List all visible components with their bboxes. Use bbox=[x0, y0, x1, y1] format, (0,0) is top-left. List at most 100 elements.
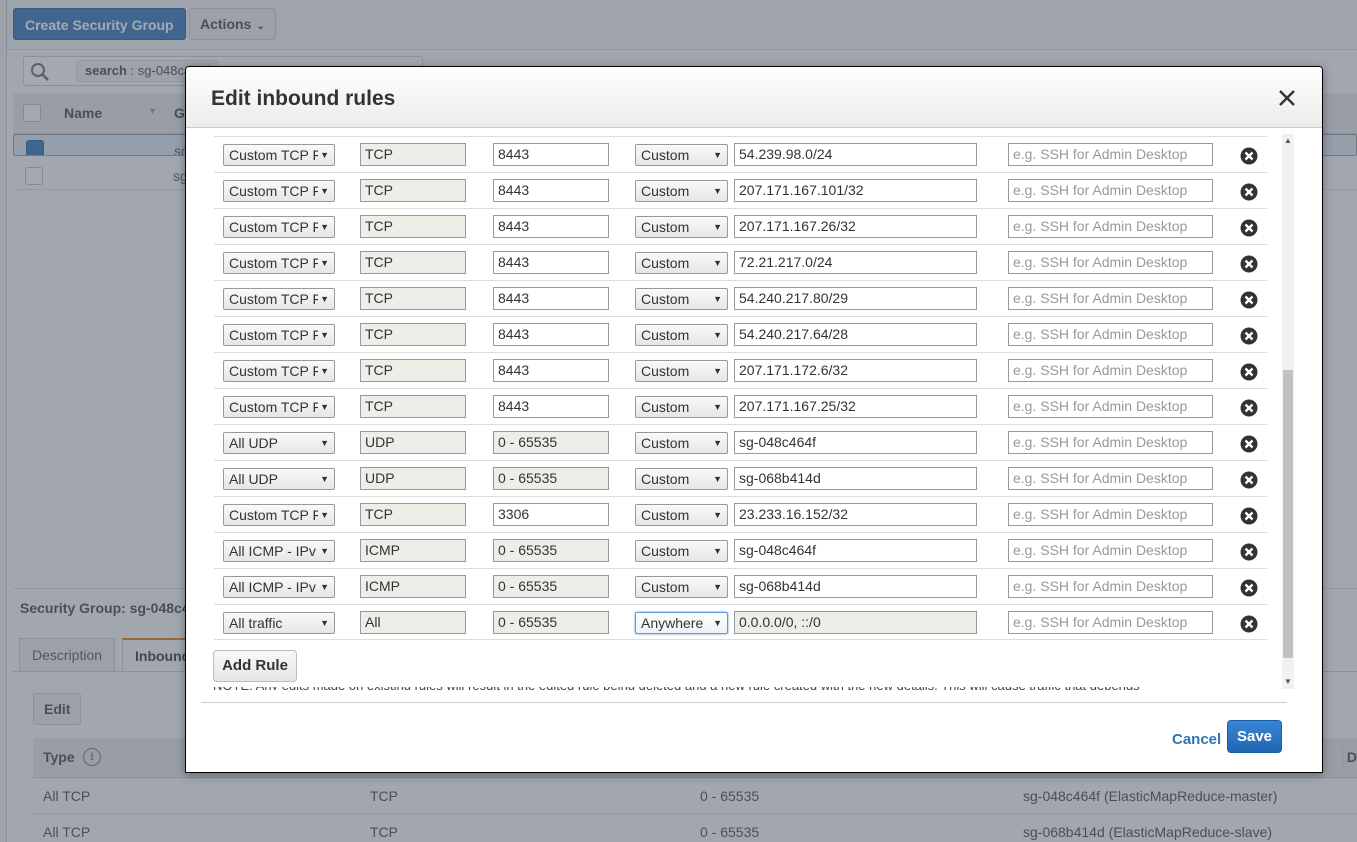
source-cidr-input[interactable]: sg-068b414d bbox=[734, 575, 977, 598]
type-select[interactable]: Custom TCP F ▼ bbox=[223, 180, 335, 202]
dropdown-arrow-icon: ▼ bbox=[318, 397, 329, 417]
delete-rule-icon[interactable] bbox=[1240, 615, 1258, 633]
port-range-input[interactable]: 8443 bbox=[493, 179, 609, 202]
port-range-input[interactable]: 8443 bbox=[493, 251, 609, 274]
source-select[interactable]: Custom ▼ bbox=[635, 252, 728, 274]
source-select[interactable]: Custom ▼ bbox=[635, 288, 728, 310]
source-cidr-input[interactable]: sg-068b414d bbox=[734, 467, 977, 490]
source-select[interactable]: Custom ▼ bbox=[635, 144, 728, 166]
delete-rule-icon[interactable] bbox=[1240, 543, 1258, 561]
source-select-value: Custom bbox=[641, 255, 690, 271]
source-cidr-input[interactable]: 207.171.167.25/32 bbox=[734, 395, 977, 418]
rule-row: Custom TCP F ▼ TCP 3306 Custom ▼ 23.233.16.152… bbox=[214, 496, 1267, 532]
delete-rule-icon[interactable] bbox=[1240, 471, 1258, 489]
save-button[interactable]: Save bbox=[1227, 720, 1282, 753]
rule-row: All UDP ▼ UDP 0 - 65535 Custom ▼ sg-068b414d e.… bbox=[214, 460, 1267, 496]
scroll-up-arrow-icon[interactable]: ▲ bbox=[1282, 134, 1294, 148]
description-input[interactable]: e.g. SSH for Admin Desktop bbox=[1008, 287, 1213, 310]
description-input[interactable]: e.g. SSH for Admin Desktop bbox=[1008, 539, 1213, 562]
port-range-input[interactable]: 8443 bbox=[493, 323, 609, 346]
source-select[interactable]: Custom ▼ bbox=[635, 216, 728, 238]
type-select[interactable]: Custom TCP F ▼ bbox=[223, 360, 335, 382]
delete-rule-icon[interactable] bbox=[1240, 147, 1258, 165]
description-input[interactable]: e.g. SSH for Admin Desktop bbox=[1008, 143, 1213, 166]
source-cidr-input: 0.0.0.0/0, ::/0 bbox=[734, 611, 977, 634]
description-input[interactable]: e.g. SSH for Admin Desktop bbox=[1008, 611, 1213, 634]
type-select[interactable]: All ICMP - IPv ▼ bbox=[223, 540, 335, 562]
source-cidr-input[interactable]: 207.171.172.6/32 bbox=[734, 359, 977, 382]
port-range-input[interactable]: 8443 bbox=[493, 215, 609, 238]
source-select[interactable]: Custom ▼ bbox=[635, 324, 728, 346]
source-cidr-input[interactable]: sg-048c464f bbox=[734, 431, 977, 454]
delete-rule-icon[interactable] bbox=[1240, 399, 1258, 417]
description-input[interactable]: e.g. SSH for Admin Desktop bbox=[1008, 503, 1213, 526]
delete-rule-icon[interactable] bbox=[1240, 579, 1258, 597]
type-select[interactable]: Custom TCP F ▼ bbox=[223, 288, 335, 310]
source-cidr-input[interactable]: 54.239.98.0/24 bbox=[734, 143, 977, 166]
source-select[interactable]: Anywhere ▼ bbox=[635, 612, 728, 634]
delete-rule-icon[interactable] bbox=[1240, 291, 1258, 309]
description-input[interactable]: e.g. SSH for Admin Desktop bbox=[1008, 215, 1213, 238]
source-cidr-input[interactable]: 23.233.16.152/32 bbox=[734, 503, 977, 526]
delete-rule-icon[interactable] bbox=[1240, 363, 1258, 381]
source-cidr-input[interactable]: sg-048c464f bbox=[734, 539, 977, 562]
description-input[interactable]: e.g. SSH for Admin Desktop bbox=[1008, 251, 1213, 274]
source-select-value: Custom bbox=[641, 291, 690, 307]
type-select[interactable]: All UDP ▼ bbox=[223, 432, 335, 454]
description-input[interactable]: e.g. SSH for Admin Desktop bbox=[1008, 431, 1213, 454]
type-select-value: Custom TCP F bbox=[229, 219, 322, 235]
description-input[interactable]: e.g. SSH for Admin Desktop bbox=[1008, 323, 1213, 346]
protocol-field: TCP bbox=[360, 359, 466, 382]
source-select[interactable]: Custom ▼ bbox=[635, 540, 728, 562]
source-select[interactable]: Custom ▼ bbox=[635, 396, 728, 418]
description-input[interactable]: e.g. SSH for Admin Desktop bbox=[1008, 395, 1213, 418]
type-select[interactable]: Custom TCP F ▼ bbox=[223, 144, 335, 166]
type-select[interactable]: All ICMP - IPv ▼ bbox=[223, 576, 335, 598]
delete-rule-icon[interactable] bbox=[1240, 507, 1258, 525]
description-input[interactable]: e.g. SSH for Admin Desktop bbox=[1008, 179, 1213, 202]
source-select[interactable]: Custom ▼ bbox=[635, 468, 728, 490]
source-cidr-input[interactable]: 207.171.167.101/32 bbox=[734, 179, 977, 202]
add-rule-button[interactable]: Add Rule bbox=[213, 650, 297, 682]
dropdown-arrow-icon: ▼ bbox=[711, 181, 722, 201]
source-select[interactable]: Custom ▼ bbox=[635, 504, 728, 526]
dropdown-arrow-icon: ▼ bbox=[711, 325, 722, 345]
port-range-input[interactable]: 8443 bbox=[493, 287, 609, 310]
port-range-input[interactable]: 8443 bbox=[493, 395, 609, 418]
source-select-value: Custom bbox=[641, 507, 690, 523]
port-range-input[interactable]: 8443 bbox=[493, 359, 609, 382]
type-select[interactable]: Custom TCP F ▼ bbox=[223, 396, 335, 418]
dropdown-arrow-icon: ▼ bbox=[711, 289, 722, 309]
type-select[interactable]: Custom TCP F ▼ bbox=[223, 216, 335, 238]
cancel-button[interactable]: Cancel bbox=[1172, 731, 1221, 748]
delete-rule-icon[interactable] bbox=[1240, 219, 1258, 237]
type-select[interactable]: Custom TCP F ▼ bbox=[223, 504, 335, 526]
delete-rule-icon[interactable] bbox=[1240, 255, 1258, 273]
source-cidr-input[interactable]: 54.240.217.80/29 bbox=[734, 287, 977, 310]
close-icon[interactable] bbox=[1276, 87, 1298, 109]
source-cidr-input[interactable]: 54.240.217.64/28 bbox=[734, 323, 977, 346]
type-select[interactable]: Custom TCP F ▼ bbox=[223, 252, 335, 274]
type-select[interactable]: All UDP ▼ bbox=[223, 468, 335, 490]
delete-rule-icon[interactable] bbox=[1240, 183, 1258, 201]
scrollbar-thumb[interactable] bbox=[1283, 370, 1293, 658]
scrollbar[interactable]: ▲ ▼ bbox=[1282, 134, 1294, 689]
delete-rule-icon[interactable] bbox=[1240, 327, 1258, 345]
source-select[interactable]: Custom ▼ bbox=[635, 576, 728, 598]
type-select[interactable]: Custom TCP F ▼ bbox=[223, 324, 335, 346]
port-range-input[interactable]: 8443 bbox=[493, 143, 609, 166]
scroll-down-arrow-icon[interactable]: ▼ bbox=[1282, 675, 1294, 689]
description-input[interactable]: e.g. SSH for Admin Desktop bbox=[1008, 575, 1213, 598]
source-select[interactable]: Custom ▼ bbox=[635, 360, 728, 382]
source-cidr-input[interactable]: 207.171.167.26/32 bbox=[734, 215, 977, 238]
rule-row: Custom TCP F ▼ TCP 8443 Custom ▼ 207.171.167.2… bbox=[214, 388, 1267, 424]
type-select[interactable]: All traffic ▼ bbox=[223, 612, 335, 634]
source-select[interactable]: Custom ▼ bbox=[635, 180, 728, 202]
source-cidr-input[interactable]: 72.21.217.0/24 bbox=[734, 251, 977, 274]
port-range-input: 0 - 65535 bbox=[493, 575, 609, 598]
source-select[interactable]: Custom ▼ bbox=[635, 432, 728, 454]
delete-rule-icon[interactable] bbox=[1240, 435, 1258, 453]
description-input[interactable]: e.g. SSH for Admin Desktop bbox=[1008, 467, 1213, 490]
port-range-input[interactable]: 3306 bbox=[493, 503, 609, 526]
description-input[interactable]: e.g. SSH for Admin Desktop bbox=[1008, 359, 1213, 382]
